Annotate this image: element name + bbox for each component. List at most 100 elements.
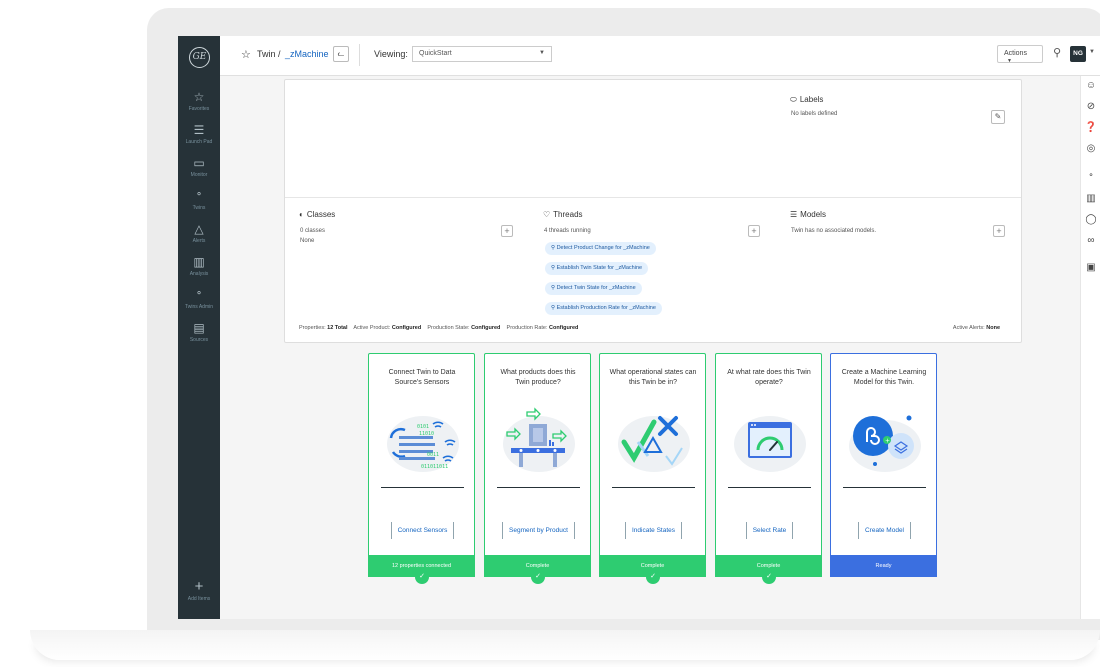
breadcrumb-current[interactable]: _zMachine [285,49,329,59]
compass-icon[interactable]: ⊘ [1081,101,1100,113]
button-label: Connect Sensors [390,522,455,539]
setup-card-select-rate: At what rate does this Twin operate? Sel… [715,353,823,584]
divider [843,487,926,488]
section-divider [285,197,1021,198]
actions-label: Actions [1004,50,1027,57]
link-icon[interactable]: ∞ [1081,235,1100,247]
plus-icon: + [504,226,510,236]
ge-logo-icon[interactable]: GE [189,47,210,68]
button-label: Create Model [857,522,912,539]
nav-item-label: Sources [189,337,209,343]
conveyor-illustration-icon [503,407,575,472]
actions-button[interactable]: Actions ▼ [997,45,1043,64]
twins-admin-icon: ᐤ [196,288,202,302]
labels-section-title: ⬭ Labels [790,95,823,105]
nav-item-label: Twins Admin [184,304,214,310]
production-state-label: Production State: [427,325,470,331]
divider [381,487,464,488]
check-icon: ✓ [531,570,545,584]
add-model-button[interactable]: + [993,225,1005,237]
monitor-icon: ▭ [193,156,205,170]
thread-chip[interactable]: ⚲ Establish Production Rate for _zMachin… [545,302,662,315]
launchpad-icon: ☰ [193,123,205,137]
nav-item-analysis[interactable]: ▥ Analysis [178,255,220,278]
thread-chip[interactable]: ⚲ Establish Twin State for _zMachine [545,262,649,275]
square-icon[interactable]: ▣ [1081,262,1100,274]
robot-icon[interactable]: ☺ [1081,80,1100,92]
thread-chip[interactable]: ⚲ Detect Product Change for _zMachine [545,242,656,255]
favorite-star-icon[interactable]: ☆ [241,48,251,61]
pencil-icon: ✎ [994,112,1002,121]
threads-count: 4 threads running [544,228,591,234]
active-product-label: Active Product: [353,325,391,331]
help-icon[interactable]: ❓ [1081,122,1100,134]
nav-item-label: Alerts [192,238,206,244]
connect-sensors-button[interactable]: Connect Sensors [369,519,476,539]
plus-icon: + [194,578,204,595]
chevron-down-icon: ▼ [539,50,545,56]
svg-text:11010: 11010 [419,431,434,437]
button-label: Segment by Product [502,522,575,539]
nav-item-label: Monitor [190,172,208,178]
classes-value: None [300,238,315,244]
select-rate-button[interactable]: Select Rate [716,519,823,539]
nav-item-monitor[interactable]: ▭ Monitor [178,156,220,179]
breadcrumb-root[interactable]: Twin / [257,49,281,59]
hierarchy-icon: ᓚ [337,49,345,58]
bar-chart-icon[interactable]: ▥ [1081,193,1100,205]
edit-labels-button[interactable]: ✎ [991,110,1005,124]
viewing-select-value: QuickStart [419,50,452,57]
production-rate-value: Configured [549,325,579,331]
properties-label: Properties: [299,325,326,331]
check-icon: ✓ [415,570,429,584]
states-illustration-icon [618,416,690,472]
production-state-value: Configured [471,325,501,331]
check-icon: ✓ [646,570,660,584]
create-model-button[interactable]: Create Model [831,519,938,539]
thread-chip[interactable]: ⚲ Detect Twin State for _zMachine [545,282,642,295]
svg-text:0011: 0011 [427,452,439,458]
nav-item-favorites[interactable]: ☆ Favorites [178,90,220,113]
divider [359,44,360,66]
plus-icon: + [751,226,757,236]
production-rate-label: Production Rate: [506,325,548,331]
nav-item-alerts[interactable]: △ Alerts [178,222,220,245]
indicate-states-button[interactable]: Indicate States [600,519,707,539]
avatar[interactable]: NG [1070,46,1086,62]
setup-card-indicate-states: What operational states can this Twin be… [599,353,707,584]
nav-item-label: Analysis [189,271,209,277]
right-tool-rail: ☺ ⊘ ❓ ◎ ᐤ ▥ ◯ ∞ ▣ [1080,76,1100,619]
chevron-down-icon: ▼ [1007,58,1012,64]
twins-icon: ᐤ [196,189,202,203]
svg-text:0101: 0101 [417,424,429,430]
nav-item-twins-admin[interactable]: ᐤ Twins Admin [178,288,220,311]
flow-icon[interactable]: ᐤ [1081,172,1100,184]
nav-item-twins[interactable]: ᐤ Twins [178,189,220,212]
divider [612,487,695,488]
thread-chip-label: Detect Product Change for _zMachine [556,245,650,251]
tag-icon: ⬭ [790,95,797,104]
chevron-down-icon[interactable]: ▼ [1089,49,1095,55]
layers-icon: ☰ [790,210,798,219]
rate-illustration-icon [734,416,806,472]
thread-chip-label: Establish Twin State for _zMachine [556,265,643,271]
card-status: Ready [830,555,937,577]
add-thread-button[interactable]: + [748,225,760,237]
nav-item-sources[interactable]: ▤ Sources [178,321,220,344]
hierarchy-button[interactable]: ᓚ [333,46,349,62]
labels-text: No labels defined [791,111,838,117]
search-icon[interactable]: ⚲ [1053,46,1061,59]
check-icon: ✓ [762,570,776,584]
button-label: Select Rate [745,522,794,539]
nav-add-items[interactable]: + Add Items [178,578,220,603]
comment-icon[interactable]: ◯ [1081,214,1100,226]
card-title: At what rate does this Twin operate? [727,369,811,386]
classes-section-title: ◐ Classes [299,210,335,219]
nav-item-launch-pad[interactable]: ☰ Launch Pad [178,123,220,146]
add-class-button[interactable]: + [501,225,513,237]
viewing-select[interactable]: QuickStart ▼ [412,46,552,62]
segment-by-product-button[interactable]: Segment by Product [485,519,592,539]
divider [728,487,811,488]
fingerprint-icon[interactable]: ◎ [1081,143,1100,155]
classes-count: 0 classes [300,228,326,234]
